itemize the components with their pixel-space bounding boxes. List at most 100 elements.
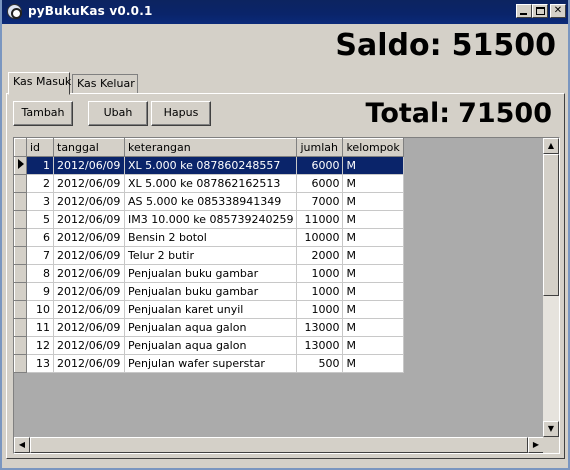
corner-header[interactable]: [14, 138, 27, 157]
scroll-up-button[interactable]: ▲: [543, 138, 559, 154]
table-cell-tanggal[interactable]: 2012/06/09: [53, 336, 125, 355]
table-cell-jumlah[interactable]: 1000: [296, 282, 344, 301]
table-cell-tanggal[interactable]: 2012/06/09: [53, 246, 125, 265]
row-header[interactable]: [14, 300, 27, 319]
column-header-kelompok[interactable]: kelompok: [342, 138, 404, 157]
vertical-scrollbar[interactable]: ▲ ▼: [543, 138, 559, 437]
table-row[interactable]: 2 2012/06/09 XL 5.000 ke 087862162513 6000 M: [14, 174, 404, 193]
add-button[interactable]: Tambah: [13, 101, 73, 126]
title-bar[interactable]: pyBukuKas v0.0.1 ✕: [2, 0, 568, 24]
vertical-scroll-thumb[interactable]: [543, 154, 559, 296]
table-cell-tanggal[interactable]: 2012/06/09: [53, 282, 125, 301]
transactions-grid[interactable]: id tanggal keterangan jumlah kelompok 12…: [13, 137, 560, 454]
row-header[interactable]: [14, 318, 27, 337]
table-cell-id[interactable]: 13: [26, 354, 54, 373]
table-cell-keterangan[interactable]: Telur 2 butir: [123, 246, 298, 265]
table-cell-jumlah[interactable]: 2000: [296, 246, 344, 265]
table-cell-kelompok[interactable]: M: [342, 192, 404, 211]
table-row[interactable]: 5 2012/06/09 IM3 10.000 ke 085739240259 110…: [14, 210, 404, 229]
column-header-id[interactable]: id: [26, 138, 54, 157]
delete-button[interactable]: Hapus: [151, 101, 211, 126]
table-cell-jumlah[interactable]: 6000: [296, 174, 344, 193]
edit-button[interactable]: Ubah: [88, 101, 148, 126]
table-cell-keterangan[interactable]: Penjualan karet unyil: [123, 300, 298, 319]
table-cell-jumlah[interactable]: 6000: [296, 156, 344, 175]
table-cell-tanggal[interactable]: 2012/06/09: [53, 210, 125, 229]
table-cell-kelompok[interactable]: M: [342, 264, 404, 283]
row-header[interactable]: [14, 282, 27, 301]
table-cell-jumlah[interactable]: 7000: [296, 192, 344, 211]
table-cell-tanggal[interactable]: 2012/06/09: [53, 264, 125, 283]
table-cell-tanggal[interactable]: 2012/06/09: [53, 354, 125, 373]
tab-kas-masuk[interactable]: Kas Masuk: [8, 72, 71, 95]
table-cell-keterangan[interactable]: Penjualan buku gambar: [123, 282, 298, 301]
table-cell-kelompok[interactable]: M: [342, 282, 404, 301]
table-cell-jumlah[interactable]: 1000: [296, 264, 344, 283]
close-button[interactable]: ✕: [550, 4, 566, 18]
table-cell-kelompok[interactable]: M: [342, 336, 404, 355]
table-cell-id[interactable]: 5: [26, 210, 54, 229]
table-cell-keterangan[interactable]: Penjulan wafer superstar: [123, 354, 298, 373]
table-cell-kelompok[interactable]: M: [342, 210, 404, 229]
table-cell-kelompok[interactable]: M: [342, 318, 404, 337]
table-cell-id[interactable]: 7: [26, 246, 54, 265]
maximize-button[interactable]: [532, 4, 548, 18]
table-cell-jumlah[interactable]: 13000: [296, 336, 344, 355]
table-cell-jumlah[interactable]: 11000: [296, 210, 344, 229]
column-header-jumlah[interactable]: jumlah: [296, 138, 344, 157]
table-cell-jumlah[interactable]: 1000: [296, 300, 344, 319]
table-row[interactable]: 9 2012/06/09 Penjualan buku gambar 1000 M: [14, 282, 404, 301]
table-cell-tanggal[interactable]: 2012/06/09: [53, 228, 125, 247]
horizontal-scrollbar[interactable]: ◀ ▶: [14, 437, 544, 453]
table-cell-kelompok[interactable]: M: [342, 228, 404, 247]
scroll-down-button[interactable]: ▼: [543, 421, 559, 437]
table-row[interactable]: 3 2012/06/09 AS 5.000 ke 085338941349 7000 M: [14, 192, 404, 211]
app-icon[interactable]: [7, 4, 22, 19]
column-header-tanggal[interactable]: tanggal: [53, 138, 125, 157]
table-cell-id[interactable]: 9: [26, 282, 54, 301]
table-cell-id[interactable]: 2: [26, 174, 54, 193]
tab-kas-keluar[interactable]: Kas Keluar: [72, 74, 138, 94]
table-cell-keterangan[interactable]: Penjualan aqua galon: [123, 336, 298, 355]
table-row[interactable]: 7 2012/06/09 Telur 2 butir 2000 M: [14, 246, 404, 265]
table-row[interactable]: 12 2012/06/09 Penjualan aqua galon 13000 M: [14, 336, 404, 355]
table-cell-kelompok[interactable]: M: [342, 156, 404, 175]
table-cell-tanggal[interactable]: 2012/06/09: [53, 174, 125, 193]
table-cell-kelompok[interactable]: M: [342, 174, 404, 193]
table-cell-kelompok[interactable]: M: [342, 300, 404, 319]
row-header[interactable]: [14, 246, 27, 265]
table-cell-kelompok[interactable]: M: [342, 354, 404, 373]
table-cell-keterangan[interactable]: Penjualan aqua galon: [123, 318, 298, 337]
scroll-right-button[interactable]: ▶: [528, 437, 544, 453]
table-cell-id[interactable]: 12: [26, 336, 54, 355]
row-header[interactable]: [14, 210, 27, 229]
table-row[interactable]: 8 2012/06/09 Penjualan buku gambar 1000 M: [14, 264, 404, 283]
table-cell-kelompok[interactable]: M: [342, 246, 404, 265]
table-cell-id[interactable]: 1: [26, 156, 54, 175]
table-cell-id[interactable]: 11: [26, 318, 54, 337]
table-cell-jumlah[interactable]: 13000: [296, 318, 344, 337]
table-row[interactable]: 1 2012/06/09 XL 5.000 ke 087860248557 6000 M: [14, 156, 404, 175]
table-cell-keterangan[interactable]: XL 5.000 ke 087860248557: [123, 156, 298, 175]
table-cell-jumlah[interactable]: 500: [296, 354, 344, 373]
row-header[interactable]: [14, 174, 27, 193]
table-row[interactable]: 13 2012/06/09 Penjulan wafer superstar 500 M: [14, 354, 404, 373]
column-header-keterangan[interactable]: keterangan: [123, 138, 298, 157]
table-cell-keterangan[interactable]: XL 5.000 ke 087862162513: [123, 174, 298, 193]
table-cell-tanggal[interactable]: 2012/06/09: [53, 156, 125, 175]
row-header[interactable]: [14, 156, 27, 175]
table-cell-id[interactable]: 8: [26, 264, 54, 283]
horizontal-scroll-thumb[interactable]: [30, 437, 528, 453]
table-row[interactable]: 11 2012/06/09 Penjualan aqua galon 13000 M: [14, 318, 404, 337]
table-cell-tanggal[interactable]: 2012/06/09: [53, 300, 125, 319]
table-row[interactable]: 10 2012/06/09 Penjualan karet unyil 1000 M: [14, 300, 404, 319]
table-cell-id[interactable]: 3: [26, 192, 54, 211]
row-header[interactable]: [14, 228, 27, 247]
table-row[interactable]: 6 2012/06/09 Bensin 2 botol 10000 M: [14, 228, 404, 247]
table-cell-keterangan[interactable]: IM3 10.000 ke 085739240259: [123, 210, 298, 229]
row-header[interactable]: [14, 192, 27, 211]
row-header[interactable]: [14, 264, 27, 283]
table-cell-jumlah[interactable]: 10000: [296, 228, 344, 247]
table-cell-id[interactable]: 10: [26, 300, 54, 319]
row-header[interactable]: [14, 354, 27, 373]
